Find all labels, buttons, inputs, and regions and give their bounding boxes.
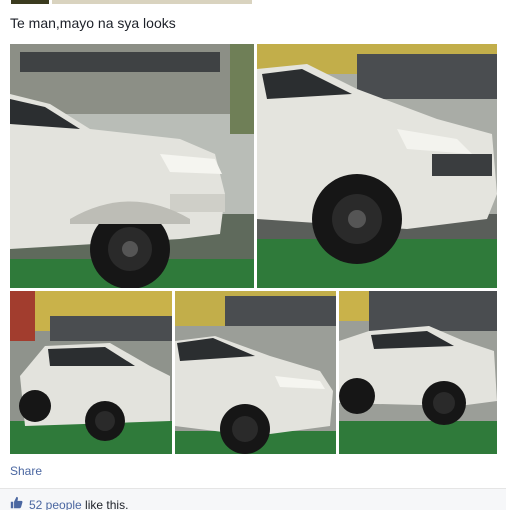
post-caption: Te man,mayo na sya looks bbox=[10, 15, 176, 31]
photo-3[interactable] bbox=[10, 291, 172, 454]
truck-photo-5-image bbox=[339, 291, 497, 454]
likes-suffix: like this. bbox=[81, 498, 129, 510]
likes-text: 52 people like this. bbox=[29, 498, 128, 510]
truck-photo-1-image bbox=[10, 44, 254, 288]
truck-photo-2-image bbox=[257, 44, 497, 288]
share-link[interactable]: Share bbox=[10, 464, 42, 478]
blurred-header-text bbox=[52, 0, 252, 4]
photo-5[interactable] bbox=[339, 291, 497, 454]
truck-photo-3-image bbox=[10, 291, 172, 454]
likes-summary-bar: 52 people like this. bbox=[0, 488, 506, 510]
photo-2[interactable] bbox=[257, 44, 497, 288]
photo-1[interactable] bbox=[10, 44, 254, 288]
previous-post-strip bbox=[0, 0, 506, 6]
truck-photo-4-image bbox=[175, 291, 336, 454]
photo-4[interactable] bbox=[175, 291, 336, 454]
thumbs-up-icon bbox=[10, 496, 23, 509]
profile-thumbnail bbox=[11, 0, 49, 4]
likes-people-link[interactable]: 52 people bbox=[29, 498, 82, 510]
